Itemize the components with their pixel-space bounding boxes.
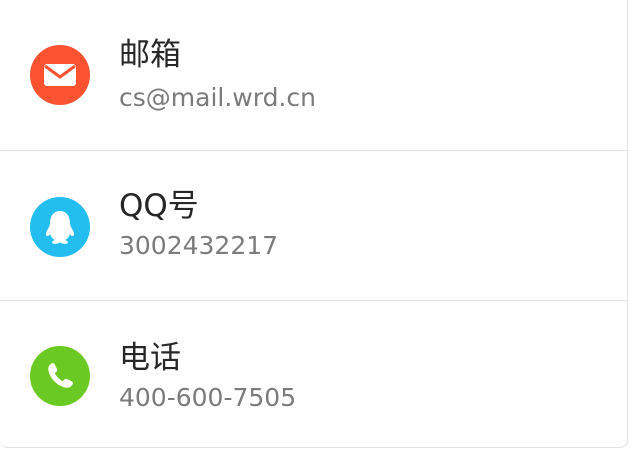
mail-icon xyxy=(30,45,90,105)
phone-icon xyxy=(30,346,90,406)
contact-row-phone[interactable]: 电话 400-600-7505 xyxy=(0,300,628,449)
phone-value[interactable]: 400-600-7505 xyxy=(119,385,296,410)
qq-penguin-icon xyxy=(30,197,90,257)
contact-row-email[interactable]: 邮箱 cs@mail.wrd.cn xyxy=(0,0,628,150)
qq-label: QQ号 xyxy=(119,188,199,224)
phone-label: 电话 xyxy=(119,340,181,376)
contact-card: 邮箱 cs@mail.wrd.cn QQ号 3002432217 电话 400-… xyxy=(0,0,628,448)
contact-row-qq[interactable]: QQ号 3002432217 xyxy=(0,150,628,301)
email-value[interactable]: cs@mail.wrd.cn xyxy=(119,85,316,110)
qq-value[interactable]: 3002432217 xyxy=(119,233,278,258)
email-label: 邮箱 xyxy=(119,37,181,73)
